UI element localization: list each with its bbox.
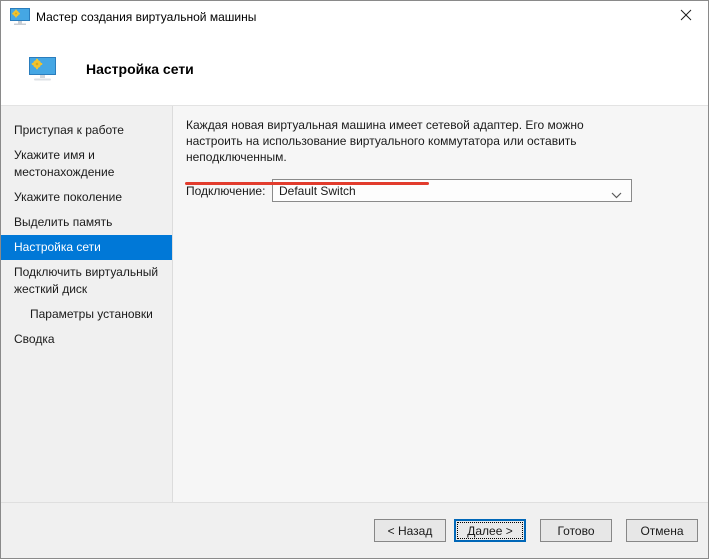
finish-button[interactable]: Готово	[540, 519, 612, 542]
sidebar-item-installation-options[interactable]: Параметры установки	[1, 302, 172, 327]
network-description-text: Каждая новая виртуальная машина имеет се…	[186, 118, 584, 164]
titlebar: Мастер создания виртуальной машины	[1, 1, 708, 32]
wizard-window: Мастер создания виртуальной машины Настр…	[0, 0, 709, 559]
close-button[interactable]	[663, 1, 708, 32]
sidebar-item-connect-hard-disk[interactable]: Подключить виртуальный жесткий диск	[1, 260, 172, 302]
vm-monitor-gear-icon	[29, 56, 56, 81]
sidebar-item-name-location[interactable]: Укажите имя и местонахождение	[1, 143, 172, 185]
red-underline-annotation	[185, 182, 429, 185]
window-title: Мастер создания виртуальной машины	[36, 9, 257, 24]
back-button[interactable]: < Назад	[374, 519, 446, 542]
sidebar-item-configure-networking[interactable]: Настройка сети	[1, 235, 172, 260]
connection-select-value: Default Switch	[279, 183, 356, 198]
close-icon	[680, 9, 692, 24]
sidebar-item-assign-memory[interactable]: Выделить память	[1, 210, 172, 235]
wizard-steps-sidebar: Приступая к работе Укажите имя и местона…	[1, 106, 173, 504]
page-title: Настройка сети	[86, 60, 194, 77]
wizard-header: Настройка сети	[1, 32, 708, 105]
cancel-button[interactable]: Отмена	[626, 519, 698, 542]
next-button[interactable]: Далее >	[454, 519, 526, 542]
vm-monitor-gear-icon	[10, 7, 30, 26]
wizard-footer: < Назад Далее > Готово Отмена	[1, 502, 708, 558]
sidebar-item-generation[interactable]: Укажите поколение	[1, 185, 172, 210]
page-content: Каждая новая виртуальная машина имеет се…	[173, 106, 708, 504]
wizard-body: Приступая к работе Укажите имя и местона…	[1, 105, 708, 504]
sidebar-item-getting-started[interactable]: Приступая к работе	[1, 118, 172, 143]
chevron-down-icon	[611, 188, 622, 202]
connection-label: Подключение:	[186, 183, 266, 198]
sidebar-item-summary[interactable]: Сводка	[1, 327, 172, 352]
